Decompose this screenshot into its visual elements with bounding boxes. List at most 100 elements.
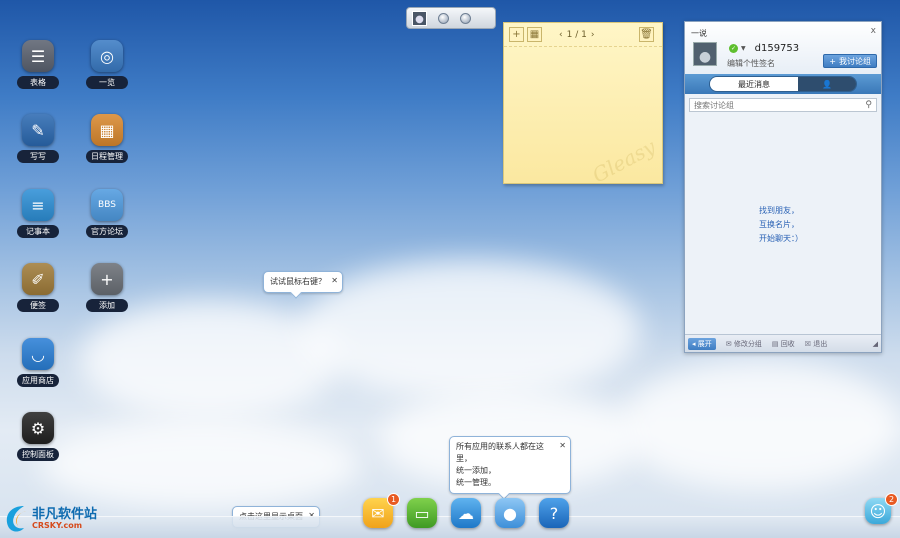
panel-tabs: 最近消息 👤 (685, 74, 881, 94)
edit-group-button[interactable]: ✉ 修改分组 (726, 339, 762, 349)
chat-panel-header: 一说 x ● ✓ ▼ d159753 编辑个性签名 + 我讨论组 (685, 22, 881, 74)
plus-icon: + (91, 263, 123, 295)
globe-icon: ◎ (91, 40, 123, 72)
chat-dock-icon[interactable]: ▭ (407, 498, 437, 528)
chat-panel: 一说 x ● ✓ ▼ d159753 编辑个性签名 + 我讨论组 最近消息 👤 … (684, 21, 882, 353)
signature-field[interactable]: 编辑个性签名 (727, 58, 775, 69)
hint-find-friends[interactable]: 找到朋友， (759, 204, 803, 218)
desktop-icon-label: 写写 (17, 150, 59, 163)
site-domain: CRSKY.com (32, 521, 83, 530)
prev-page-icon[interactable]: ‹ (559, 30, 563, 40)
desktop-icon-control-panel[interactable]: ⚙ 控制面板 (8, 412, 68, 461)
right-click-tip-bubble: 试试鼠标右键？ ✕ (263, 271, 343, 299)
cloud-decoration (300, 260, 640, 400)
recycle-button[interactable]: ▤ 回收 (772, 339, 795, 349)
notepad-icon: ≡ (22, 189, 54, 221)
help-dock-icon[interactable]: ? (539, 498, 569, 528)
desktop-icon-label: 日程管理 (86, 150, 128, 163)
desktop-icon-write[interactable]: ✎ 写写 (8, 114, 68, 163)
swirl-logo-icon (6, 506, 26, 532)
desktop-icon-label: 一览 (86, 76, 128, 89)
status-dropdown-icon[interactable]: ▼ (741, 45, 746, 52)
tab-recent-messages[interactable]: 最近消息 (710, 77, 798, 91)
desktop-icon-add[interactable]: + 添加 (77, 263, 137, 312)
contacts-tip-bubble: 所有应用的联系人都在这里， 统一添加， 统一管理。 ✕ (449, 436, 571, 500)
notification-dock-icon[interactable]: ☺ 2 (865, 493, 898, 524)
desktop-icon-label: 表格 (17, 76, 59, 89)
note-pager: ‹ 1 / 1 › (559, 30, 594, 40)
gear-icon: ⚙ (22, 412, 54, 444)
status-row: ✓ ▼ d159753 (729, 43, 799, 54)
grid-view-icon[interactable]: ▦ (527, 27, 542, 42)
desktop-icon-overview[interactable]: ◎ 一览 (77, 40, 137, 89)
close-icon[interactable]: ✕ (331, 275, 338, 287)
close-icon[interactable]: ✕ (559, 440, 566, 452)
desktop-icon-table[interactable]: ☰ 表格 (8, 40, 68, 89)
exit-button[interactable]: ☒ 退出 (805, 339, 828, 349)
panel-title: 一说 (691, 29, 707, 38)
sticky-note-widget[interactable]: + ▦ ‹ 1 / 1 › 🗑 Gleasy (503, 22, 663, 187)
tab-group: 最近消息 👤 (709, 76, 857, 92)
resize-grip-icon[interactable]: ◢ (873, 340, 878, 348)
site-logo: 非凡软件站 CRSKY.com (2, 500, 102, 537)
hint-exchange-cards[interactable]: 互换名片， (759, 218, 803, 232)
next-page-icon[interactable]: › (591, 30, 595, 40)
empty-state-hints: 找到朋友， 互换名片， 开始聊天：） (759, 204, 803, 246)
panel-footer: ◂ 展开 ✉ 修改分组 ▤ 回收 ☒ 退出 ◢ (685, 334, 881, 352)
pen-icon: ✎ (22, 114, 54, 146)
desktop-icon-app-store[interactable]: ◡ 应用商店 (8, 338, 68, 387)
status-toggle-icon[interactable] (438, 12, 449, 24)
online-status-icon[interactable]: ✓ (729, 44, 738, 53)
username: d159753 (754, 43, 800, 54)
my-groups-button[interactable]: + 我讨论组 (823, 54, 877, 68)
desktop-icon-label: 控制面板 (17, 448, 59, 461)
close-icon[interactable]: x (871, 26, 876, 36)
cloud-dock-icon[interactable]: ☁ (451, 498, 481, 528)
add-note-icon[interactable]: + (509, 27, 524, 42)
site-name: 非凡软件站 (32, 507, 98, 522)
group-search-box: ⚲ (689, 98, 877, 112)
cloud-decoration (620, 360, 900, 490)
desktop-icon-forum[interactable]: BBS 官方论坛 (77, 189, 137, 238)
desktop-icon-label: 官方论坛 (86, 225, 128, 238)
cloud-decoration (40, 420, 360, 510)
plus-icon: + (829, 56, 836, 66)
page-indicator: 1 / 1 (566, 29, 587, 40)
bubble-tail (290, 287, 302, 299)
desktop-icon-label: 添加 (86, 299, 128, 312)
note-icon: ✐ (22, 263, 54, 295)
mail-dock-icon[interactable]: ✉ 1 (363, 493, 400, 528)
my-groups-label: 我讨论组 (839, 56, 871, 66)
contacts-dock-icon[interactable]: ● (495, 498, 525, 528)
mail-badge: 1 (387, 493, 400, 506)
profile-avatar-icon[interactable]: ● (693, 42, 717, 66)
desktop-icon-label: 应用商店 (17, 374, 59, 387)
top-mini-toolbar: ● (406, 7, 496, 29)
store-icon: ◡ (22, 338, 54, 370)
recycle-label: 回收 (780, 339, 795, 348)
tab-contacts[interactable]: 👤 (798, 77, 856, 91)
table-icon: ☰ (22, 40, 54, 72)
trash-icon[interactable]: 🗑 (639, 27, 654, 42)
group-search-input[interactable] (694, 100, 866, 110)
minimize-toggle-icon[interactable] (460, 12, 471, 24)
cloud-decoration (80, 300, 340, 420)
contacts-tip-line-2: 统一添加， (456, 466, 496, 475)
notification-badge: 2 (885, 493, 898, 506)
desktop-icon-label: 记事本 (17, 225, 59, 238)
calendar-icon: ▦ (91, 114, 123, 146)
contacts-tip-line-1: 所有应用的联系人都在这里， (456, 442, 544, 463)
search-icon[interactable]: ⚲ (865, 100, 872, 110)
taskbar[interactable] (0, 516, 900, 538)
exit-label: 退出 (813, 339, 828, 348)
bbs-icon: BBS (91, 189, 123, 221)
desktop-icon-notebook[interactable]: ≡ 记事本 (8, 189, 68, 238)
right-click-tip-text: 试试鼠标右键？ (270, 277, 326, 286)
hint-start-chat[interactable]: 开始聊天：） (759, 232, 803, 246)
user-avatar-icon[interactable]: ● (412, 10, 427, 26)
note-watermark: Gleasy (588, 134, 660, 188)
contacts-tip-line-3: 统一管理。 (456, 478, 496, 487)
desktop-icon-memo[interactable]: ✐ 便签 (8, 263, 68, 312)
expand-button[interactable]: ◂ 展开 (688, 337, 716, 350)
desktop-icon-schedule[interactable]: ▦ 日程管理 (77, 114, 137, 163)
